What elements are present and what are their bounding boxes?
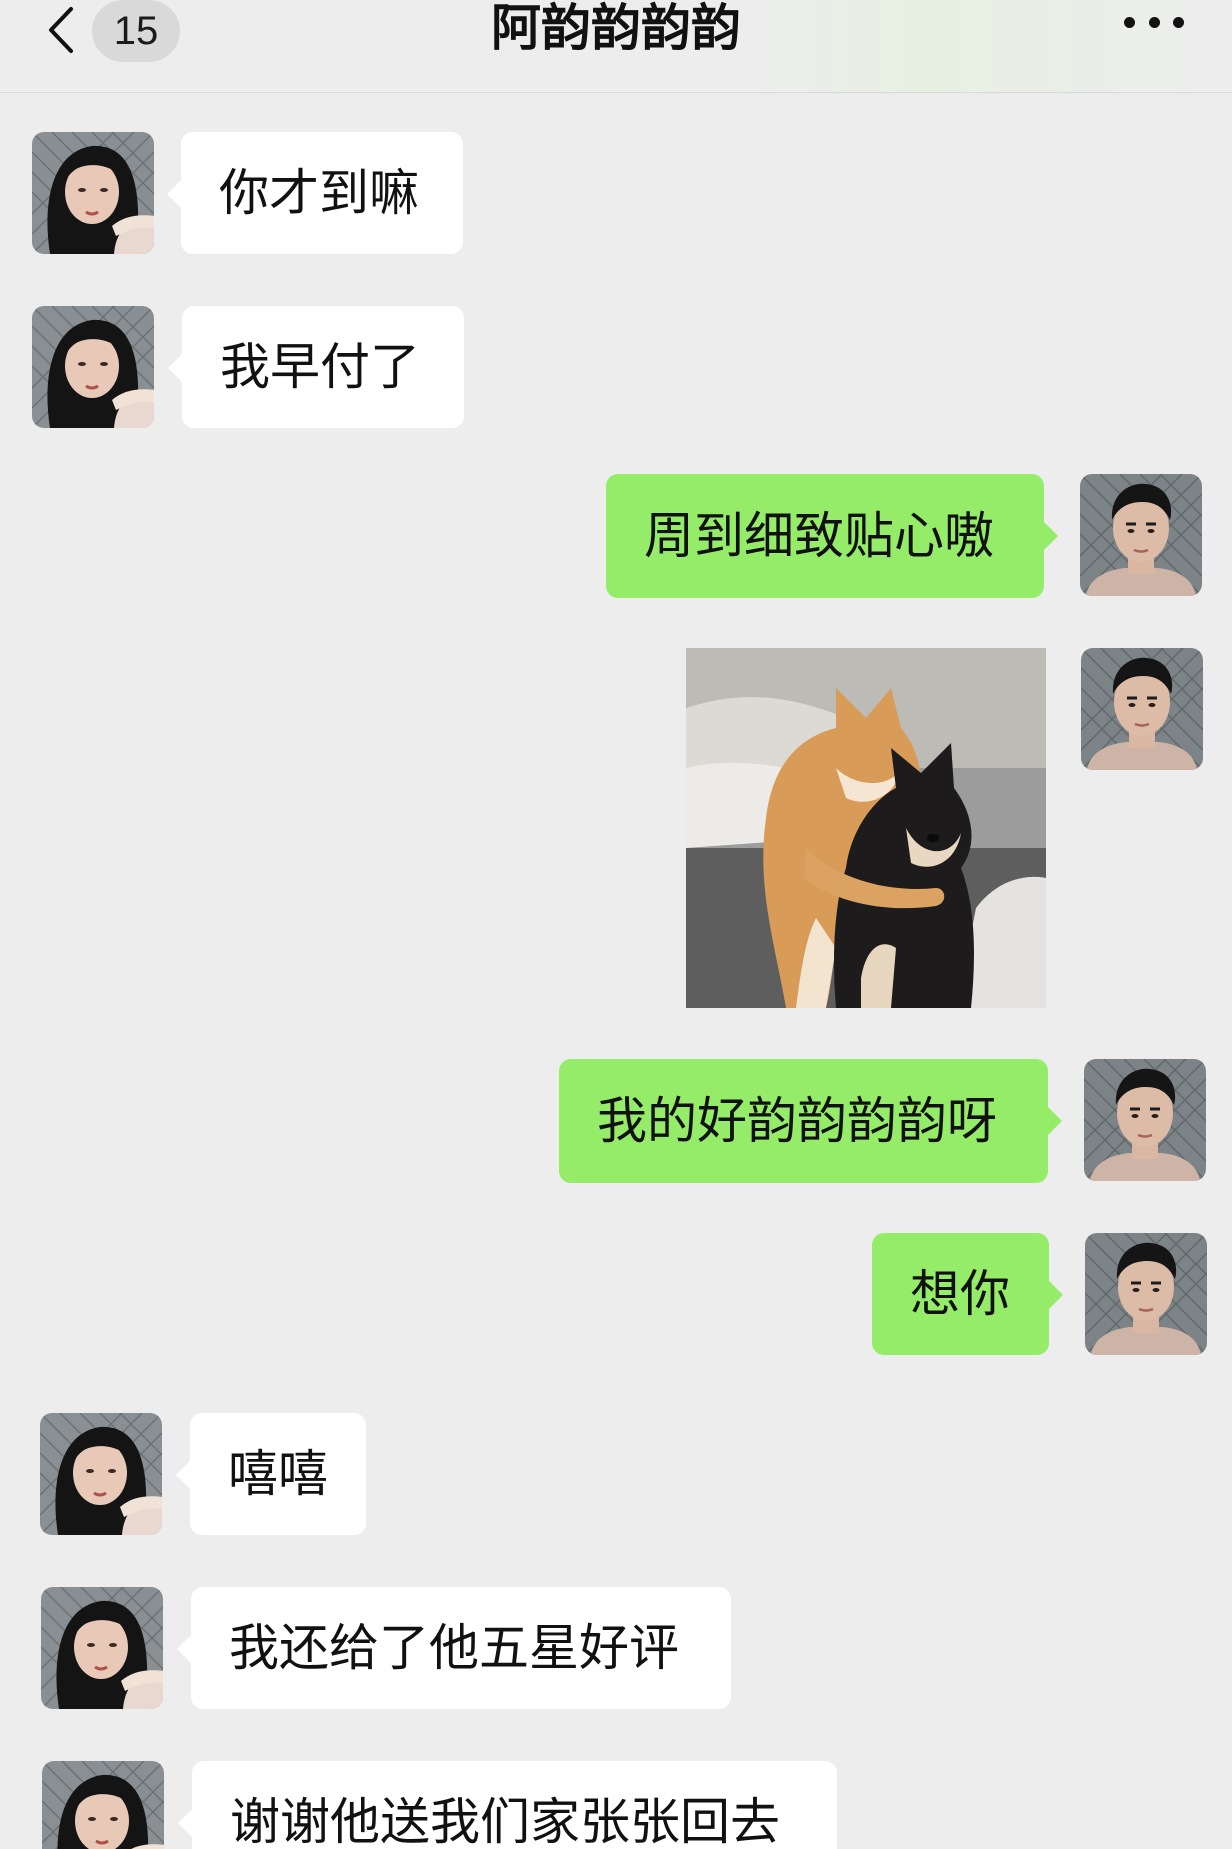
message-bubble[interactable]: 我还给了他五星好评 (177, 1587, 731, 1709)
message-row: 谢谢他送我们家张张回去 (0, 1761, 1232, 1849)
my-avatar[interactable] (1084, 1059, 1206, 1181)
message-bubble[interactable]: 我的好韵韵韵韵呀 (559, 1059, 1062, 1183)
chat-screen: 15 阿韵韵韵韵 你才到嘛 我早付了 周到细致贴心嗷 我的好韵韵韵韵呀 想你 嘻… (0, 0, 1232, 1849)
message-bubble[interactable]: 周到细致贴心嗷 (606, 474, 1058, 598)
message-bubble[interactable]: 想你 (872, 1233, 1063, 1355)
contact-avatar[interactable] (41, 1587, 163, 1709)
my-avatar[interactable] (1081, 648, 1203, 770)
message-bubble[interactable]: 我早付了 (168, 306, 464, 428)
contact-avatar[interactable] (40, 1413, 162, 1535)
contact-avatar[interactable] (42, 1761, 164, 1849)
message-bubble[interactable]: 你才到嘛 (167, 132, 463, 254)
message-row: 想你 (0, 1233, 1232, 1355)
my-avatar[interactable] (1085, 1233, 1207, 1355)
shiba-dogs-photo[interactable] (686, 648, 1046, 1008)
message-row: 嘻嘻 (0, 1413, 1232, 1535)
message-row (0, 648, 1232, 1008)
message-bubble[interactable]: 嘻嘻 (176, 1413, 366, 1535)
message-bubble[interactable]: 谢谢他送我们家张张回去 (178, 1761, 837, 1849)
message-row: 周到细致贴心嗷 (0, 474, 1232, 598)
message-row: 我的好韵韵韵韵呀 (0, 1059, 1232, 1183)
my-avatar[interactable] (1080, 474, 1202, 596)
chat-header: 15 阿韵韵韵韵 (0, 0, 1232, 93)
more-button[interactable] (1124, 10, 1184, 34)
more-dots-icon (1124, 16, 1135, 28)
chat-title: 阿韵韵韵韵 (491, 0, 741, 57)
message-row: 你才到嘛 (0, 132, 1232, 254)
message-row: 我还给了他五星好评 (0, 1587, 1232, 1709)
contact-avatar[interactable] (32, 132, 154, 254)
message-row: 我早付了 (0, 306, 1232, 428)
contact-avatar[interactable] (32, 306, 154, 428)
